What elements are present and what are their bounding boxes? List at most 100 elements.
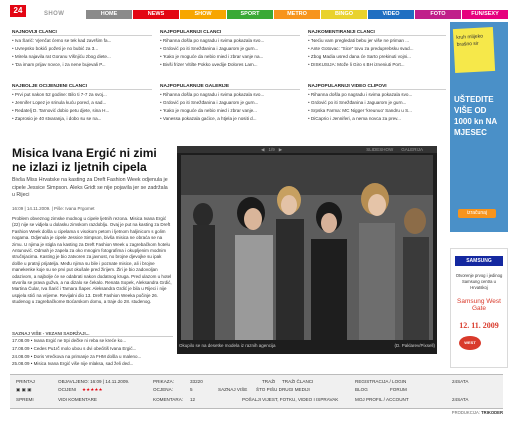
- next-icon[interactable]: ▶: [279, 147, 282, 153]
- nav-tab-home[interactable]: HOME: [86, 10, 132, 19]
- article-link[interactable]: DiCaprio i Jenniferi, a nema novca za pr…: [308, 115, 446, 123]
- latest-articles: NAJNOVIJI ČLANCI Iva Šarić: Vjenčat ćemo…: [12, 30, 152, 69]
- article-link[interactable]: Grdović po iti Snežđanina i Jaguarom je …: [160, 99, 300, 107]
- blog-link[interactable]: BLOG: [355, 386, 368, 394]
- save-button[interactable]: SPREMI: [16, 396, 34, 404]
- article-headline: Misica Ivana Ergić ni zimi ne izlazi iz …: [12, 146, 157, 174]
- section-title: NAJKOMENTIRANIJI ČLANCI: [308, 30, 446, 36]
- article-link[interactable]: Redatelj D. Tarnović dobio petu djete, s…: [12, 107, 152, 115]
- article-link[interactable]: Iva Šarić: Vjenčat ćemo se tek kad završ…: [12, 37, 152, 45]
- site-logo[interactable]: 24: [10, 5, 26, 17]
- nav-tab-bingo[interactable]: BINGO: [321, 10, 367, 19]
- article-link[interactable]: Bivši frizer Vitilte Pokko uvedije Dolor…: [160, 61, 300, 69]
- related-link[interactable]: 24.08.09 • Doris Vrećkova na primanje za…: [12, 353, 173, 361]
- print-button[interactable]: PRINTAJ: [16, 378, 35, 386]
- article-link[interactable]: Rihanna došla po nagradu i svima pokazal…: [160, 37, 300, 45]
- slideshow-button[interactable]: SLIDESHOW: [366, 147, 393, 152]
- best-rated: NAJBOLJE OCIJENJENI ČLANCI Prvi put nako…: [12, 84, 152, 123]
- comments-label: KOMENTARA:: [153, 397, 184, 402]
- samsung-logo: SAMSUNG: [455, 256, 503, 266]
- search-articles-link[interactable]: TRAŽI ČLANCI: [282, 378, 313, 386]
- popular-galleries: NAJPOPULARNIJE GALERIJE Rihanna došla po…: [160, 84, 300, 123]
- section-title: NAJPOPULARNIJI VIDEO CLIPOVI: [308, 84, 446, 90]
- article-link[interactable]: DISKUSIJA: Može li Giro s BH izneniuti P…: [308, 61, 446, 69]
- shopping-note: kruh mlijeko brašno sir: [452, 26, 496, 74]
- nav-tab-foto[interactable]: FOTO: [415, 10, 461, 19]
- send-news-link[interactable]: POŠALJI VIJEST, FOTKU, VIDEO I ISPRAVAK: [242, 396, 338, 404]
- nav-tab-show[interactable]: SHOW: [180, 10, 226, 19]
- photo-credit: (D. Paklarev/Pixsell): [394, 343, 435, 348]
- article-link[interactable]: Uvrepsko bokići požeti je no bubić za 3.…: [12, 45, 152, 53]
- published-date: OBJAVLJENO: 16:09 | 14.11.2009.: [58, 379, 130, 384]
- rating-value: 5: [190, 387, 193, 392]
- article-link[interactable]: Mirela najavila rat Goranu Višnjiću zbog…: [12, 53, 152, 61]
- producer-label: PRODUKCIJA:: [451, 410, 480, 415]
- forum-link[interactable]: FORUM: [390, 386, 407, 394]
- gallery-button[interactable]: GALERIJA: [401, 147, 423, 152]
- related-link[interactable]: 25.08.09 • Misica Ivana Ergić više nije …: [12, 360, 173, 368]
- article-link[interactable]: Jennifer Lopez je srinula kuću pored, a …: [12, 99, 152, 107]
- register-link[interactable]: REGISTRACIJA / LOGIN: [355, 378, 406, 386]
- nav-tab-news[interactable]: NEWS: [133, 10, 179, 19]
- nav-tab-metro[interactable]: METRO: [274, 10, 320, 19]
- caption-text: Okupilo se na desetke modela iz raznih a…: [179, 343, 276, 348]
- comments-count: 12: [190, 397, 196, 402]
- gallery-photo[interactable]: [181, 155, 433, 340]
- article-link[interactable]: Grdović po iti Snežđanina i Jaguarom je …: [160, 45, 300, 53]
- rating-label: OCJENA:: [153, 387, 173, 392]
- producer-credit: PRODUKCIJA: TRIKODER: [452, 410, 503, 415]
- nav-tab-sport[interactable]: SPORT: [227, 10, 273, 19]
- article-link[interactable]: 'Kako je moguće da nebio mied i zbrar va…: [160, 107, 300, 115]
- rate-label: OCIJENI: [58, 387, 77, 392]
- article-lead: Bivša Miss Hrvatske na kasting za Dreft …: [12, 177, 168, 198]
- profile-link[interactable]: MOJ PROFIL / ACCOUNT: [355, 396, 409, 404]
- more-link[interactable]: SAZNAJ VIŠE: [218, 386, 247, 394]
- samsung-ad-date: 12. 11. 2009: [459, 321, 499, 330]
- search-link[interactable]: TRAŽI: [262, 378, 275, 386]
- article-link[interactable]: 'Kako je moguće da nebio mied i zbrar va…: [160, 53, 300, 61]
- top-bar: 24 SHOW HOME NEWS SHOW SPORT METRO BINGO VIDEO…: [0, 0, 513, 20]
- article-link[interactable]: Zbog Madia usred dana će Sarto prekinuti…: [308, 53, 446, 61]
- producer-name[interactable]: TRIKODER: [481, 410, 503, 415]
- article-link[interactable]: Rihanna došla po nagradu i svima pokazal…: [160, 91, 300, 99]
- article-footer: PRINTAJ ▣ ▣ ▣ SPREMI OBJAVLJENO: 16:09 |…: [10, 374, 503, 409]
- share-icons[interactable]: ▣ ▣ ▣: [16, 386, 32, 394]
- article-link[interactable]: 'Nećiu vam pregledati bebu jer više ne p…: [308, 37, 446, 45]
- photo-caption: Okupilo se na desetke modela iz raznih a…: [179, 343, 435, 348]
- section-label: SHOW: [44, 11, 65, 17]
- popular-videos: NAJPOPULARNIJI VIDEO CLIPOVI Rihanna doš…: [308, 84, 446, 123]
- 24sata-link-2[interactable]: 24SATA: [452, 396, 468, 404]
- article-link[interactable]: Prvi put nakon 52 godine: Bilo ti 7-7 za…: [12, 91, 152, 99]
- article-link[interactable]: Grdović po iti Snežđanina i Jaguarom je …: [308, 99, 446, 107]
- westgate-badge: WEST GATE: [459, 336, 481, 359]
- section-title: NAJPOPULARNIJE GALERIJE: [160, 84, 300, 90]
- section-title: NAJPOPULARNIJI ČLANCI: [160, 30, 300, 36]
- 24sata-link[interactable]: 24SATA: [452, 378, 468, 386]
- gallery-counter: 1/9: [268, 147, 275, 152]
- calculate-button[interactable]: izračunaj: [458, 209, 496, 218]
- article-link[interactable]: Zaprosio je 40 stvaranja, i dobo su se n…: [12, 115, 152, 123]
- rating-stars[interactable]: ★★★★★: [82, 386, 103, 394]
- article-link[interactable]: Srpska Farma: MC Nigger 'kreunuo' Sandru…: [308, 107, 446, 115]
- article-link[interactable]: 'Da imam prijav novce, i za nene bujeval…: [12, 61, 152, 69]
- savings-ad-text: UŠTEDITE VIŠE OD 1000 kn NA MJESEC: [454, 95, 497, 137]
- prev-icon[interactable]: ◀: [261, 147, 264, 153]
- nav-tab-fun-sexy[interactable]: FUN/SEXY: [462, 10, 508, 19]
- related-articles: SAZNAJ VIŠE - VEZANI SADRŽAJI... 17.08.0…: [12, 331, 173, 368]
- article-body: Problem obveznog zimske modnog u cipele …: [12, 216, 172, 305]
- nav-tab-video[interactable]: VIDEO: [368, 10, 414, 19]
- related-link[interactable]: 17.08.09 • Ivana Ergić ne trpi dečke ni …: [12, 337, 173, 345]
- video-comments-link[interactable]: VIDI KOMENTARE: [58, 396, 97, 404]
- samsung-ad-text: Otvorenje prvog i jedinog Samsung centra…: [455, 273, 503, 290]
- article-link[interactable]: Ante Gotovac: "Sice" tovu za preduprebsk…: [308, 45, 446, 53]
- other-media-link[interactable]: ŠTO PIŠU DRUGI MEDIJI: [256, 386, 310, 394]
- section-title: NAJBOLJE OCIJENJENI ČLANCI: [12, 84, 152, 90]
- article-link[interactable]: Rihanna došla po nagradu i svima pokazal…: [308, 91, 446, 99]
- main-nav: HOME NEWS SHOW SPORT METRO BINGO VIDEO FOTO FUN/…: [86, 10, 509, 19]
- gallery-toolbar: ◀ 1/9 ▶ SLIDESHOW GALERIJA: [177, 146, 437, 153]
- views-count: 33220: [190, 379, 203, 384]
- photo-illustration: [181, 155, 433, 340]
- related-link[interactable]: 17.08.09 • Cedes Pu1rč molo ubou s dvi o…: [12, 345, 173, 353]
- section-title: NAJNOVIJI ČLANCI: [12, 30, 152, 36]
- article-link[interactable]: Vanessa pokazala gaćice, a htjela je nos…: [160, 115, 300, 123]
